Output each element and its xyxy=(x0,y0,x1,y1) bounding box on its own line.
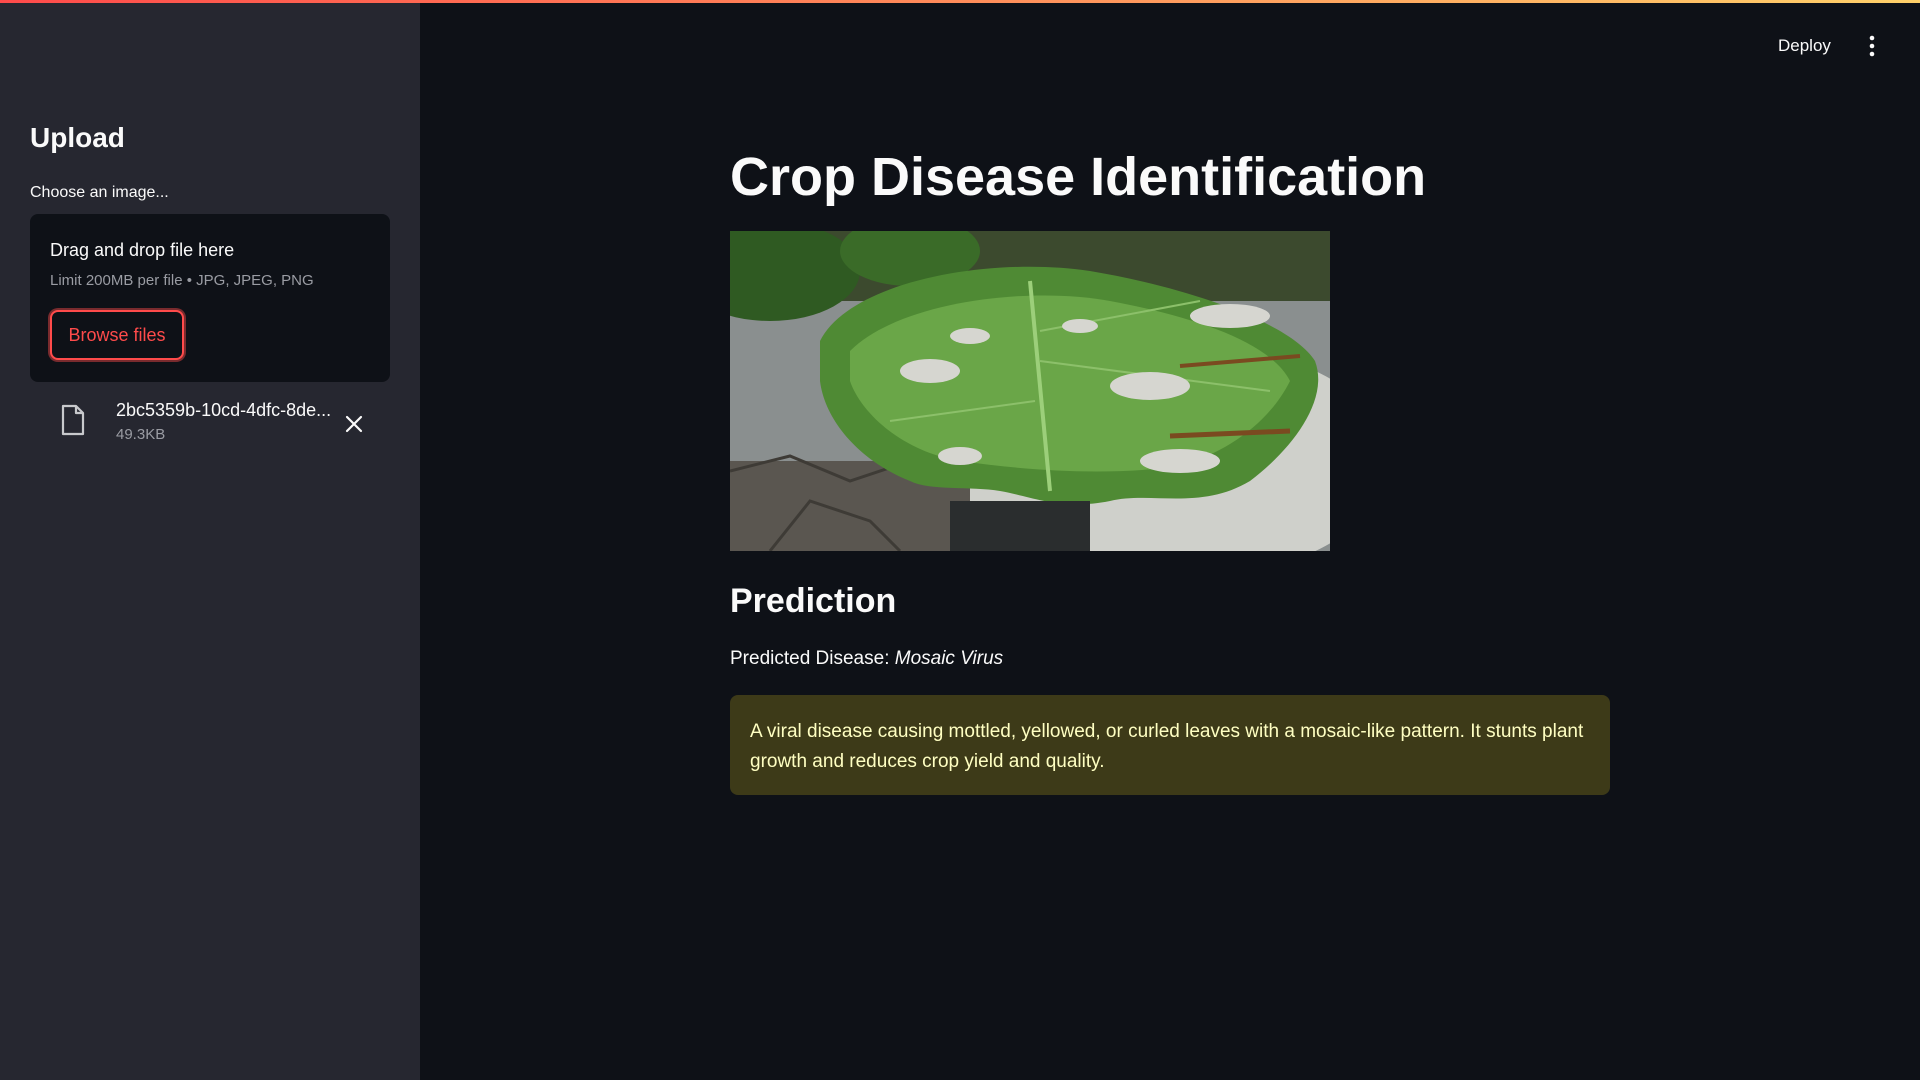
uploaded-file-name: 2bc5359b-10cd-4dfc-8de... xyxy=(116,400,332,420)
sidebar-title: Upload xyxy=(30,122,125,153)
disease-description-text: A viral disease causing mottled, yellowe… xyxy=(750,721,1584,772)
sidebar: Upload Choose an image... Drag and drop … xyxy=(0,0,420,1080)
predicted-disease-label: Predicted Disease: xyxy=(730,648,890,669)
uploaded-file-item: 2bc5359b-10cd-4dfc-8de... 49.3KB xyxy=(30,398,390,450)
top-decoration-stripe xyxy=(0,0,1920,3)
disease-description-alert: A viral disease causing mottled, yellowe… xyxy=(730,695,1610,795)
predicted-disease-line: Predicted Disease: Mosaic Virus xyxy=(730,648,1003,670)
deploy-button[interactable]: Deploy xyxy=(1768,30,1841,62)
file-dropzone[interactable]: Drag and drop file here Limit 200MB per … xyxy=(30,214,390,382)
dropzone-limit-text: Limit 200MB per file • JPG, JPEG, PNG xyxy=(50,272,314,289)
dropzone-title: Drag and drop file here xyxy=(50,240,235,260)
uploaded-file-size: 49.3KB xyxy=(116,426,166,443)
prediction-heading: Prediction xyxy=(730,582,897,620)
predicted-disease-value: Mosaic Virus xyxy=(894,648,1004,669)
browse-files-button[interactable]: Browse files xyxy=(50,310,184,360)
remove-file-close-icon[interactable] xyxy=(342,412,366,436)
file-icon xyxy=(60,404,86,436)
main-content: Crop Disease Identification Prediction P… xyxy=(730,0,1610,1080)
file-uploader-label: Choose an image... xyxy=(30,184,169,201)
page-title: Crop Disease Identification xyxy=(730,147,1427,207)
vertical-ellipsis-icon[interactable] xyxy=(1860,30,1884,62)
uploaded-leaf-image xyxy=(730,231,1330,551)
